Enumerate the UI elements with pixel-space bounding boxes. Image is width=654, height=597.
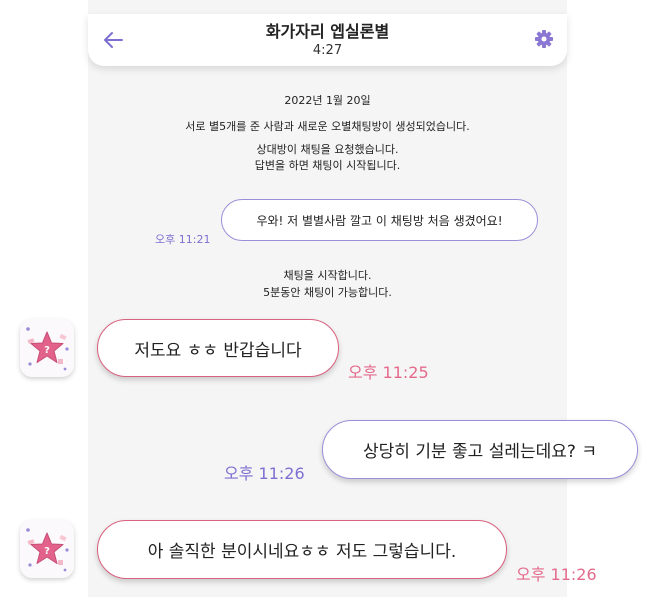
system-message-started: 채팅을 시작합니다. [283, 269, 372, 282]
message-time: 오후 11:26 [224, 464, 305, 483]
gear-icon[interactable] [535, 30, 553, 48]
message-bubble-received[interactable]: 저도요 ㅎㅎ 반갑습니다 [97, 319, 339, 377]
system-message-duration: 5분동안 채팅이 가능합니다. [263, 286, 392, 299]
date-divider: 2022년 1월 20일 [284, 94, 371, 107]
chat-timer: 4:27 [312, 43, 343, 58]
message-bubble-sent[interactable]: 우와! 저 별별사람 깔고 이 채팅방 처음 생겼어요! [221, 199, 538, 241]
star-question-icon: ? [26, 327, 69, 371]
partner-avatar[interactable]: ? [20, 520, 74, 578]
svg-text:?: ? [44, 345, 50, 356]
message-bubble-sent[interactable]: 상당히 기분 좋고 설레는데요? ㅋ [322, 420, 638, 479]
star-question-icon: ? [26, 528, 69, 572]
system-message-reply-hint: 답변을 하면 채팅이 시작됩니다. [254, 159, 401, 172]
system-message-requested: 상대방이 채팅을 요청했습니다. [256, 143, 399, 156]
system-message-created: 서로 별5개를 준 사람과 새로운 오별채팅방이 생성되었습니다. [185, 120, 470, 133]
chat-header: 화가자리 엡실론별 4:27 [88, 14, 567, 66]
message-time: 오후 11:21 [155, 233, 211, 246]
partner-avatar[interactable]: ? [20, 319, 74, 377]
svg-text:?: ? [44, 546, 50, 557]
chat-title: 화가자리 엡실론별 [265, 22, 390, 41]
message-time: 오후 11:26 [516, 565, 597, 584]
message-time: 오후 11:25 [348, 363, 429, 382]
message-bubble-received[interactable]: 아 솔직한 분이시네요ㅎㅎ 저도 그렇습니다. [97, 520, 507, 579]
